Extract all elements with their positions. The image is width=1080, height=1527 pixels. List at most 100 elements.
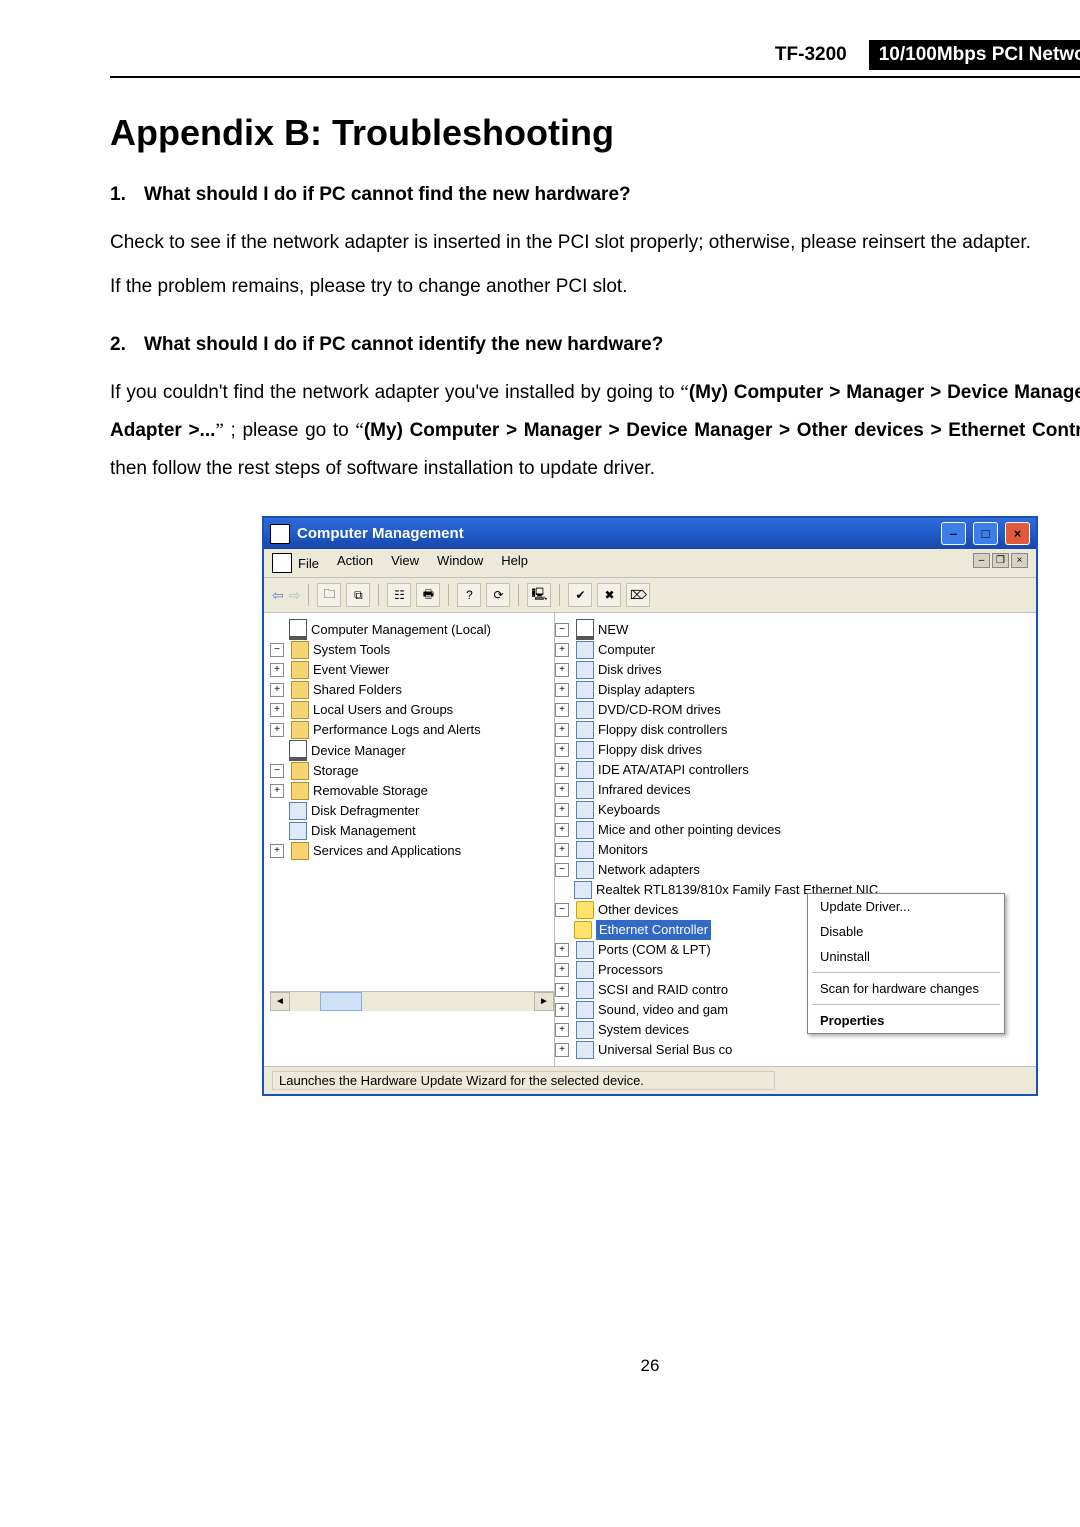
expand-icon[interactable]: + (555, 663, 569, 677)
ctx-uninstall[interactable]: Uninstall (808, 944, 1004, 969)
menu-view[interactable]: View (391, 553, 419, 573)
tree-removable-storage[interactable]: Removable Storage (313, 781, 428, 801)
dev-floppy-ctrl[interactable]: Floppy disk controllers (598, 720, 727, 740)
console-tree-pane[interactable]: Computer Management (Local) − System Tool… (264, 613, 555, 1066)
expand-icon[interactable]: + (555, 983, 569, 997)
tree-device-manager[interactable]: Device Manager (311, 741, 406, 761)
expand-icon[interactable]: + (555, 783, 569, 797)
scan-hardware-button[interactable]: 🖳 (527, 583, 551, 607)
dev-ports[interactable]: Ports (COM & LPT) (598, 940, 711, 960)
mdi-close-button[interactable]: × (1011, 553, 1028, 568)
forward-button[interactable]: ⇨ (289, 587, 301, 604)
dev-other[interactable]: Other devices (598, 900, 678, 920)
dev-keyboards[interactable]: Keyboards (598, 800, 660, 820)
dev-usb[interactable]: Universal Serial Bus co (598, 1040, 732, 1060)
dev-disk-drives[interactable]: Disk drives (598, 660, 662, 680)
dev-system[interactable]: System devices (598, 1020, 689, 1040)
tree-event-viewer[interactable]: Event Viewer (313, 660, 389, 680)
dev-ethernet-controller[interactable]: Ethernet Controller (596, 920, 711, 940)
dev-display[interactable]: Display adapters (598, 680, 695, 700)
scroll-left-button[interactable]: ◄ (270, 992, 290, 1011)
expand-icon[interactable]: + (270, 663, 284, 677)
ctx-properties[interactable]: Properties (808, 1008, 1004, 1033)
expand-icon[interactable]: + (555, 823, 569, 837)
removable-storage-icon (291, 782, 309, 800)
expand-icon[interactable]: + (555, 763, 569, 777)
menu-window[interactable]: Window (437, 553, 483, 573)
collapse-icon[interactable]: − (555, 863, 569, 877)
dev-floppy-drive[interactable]: Floppy disk drives (598, 740, 702, 760)
scrollbar-thumb[interactable] (320, 992, 362, 1011)
tree-system-tools[interactable]: System Tools (313, 640, 390, 660)
minimize-button[interactable]: – (941, 522, 966, 545)
dev-mice[interactable]: Mice and other pointing devices (598, 820, 781, 840)
dev-processors[interactable]: Processors (598, 960, 663, 980)
expand-icon[interactable]: + (270, 844, 284, 858)
menu-help[interactable]: Help (501, 553, 528, 573)
expand-icon[interactable]: + (555, 803, 569, 817)
dev-infrared[interactable]: Infrared devices (598, 780, 691, 800)
ctx-update-driver[interactable]: Update Driver... (808, 894, 1004, 919)
tree-local-users[interactable]: Local Users and Groups (313, 700, 453, 720)
expand-icon[interactable]: + (270, 784, 284, 798)
collapse-icon[interactable]: − (270, 643, 284, 657)
mdi-restore-button[interactable]: ❐ (992, 553, 1009, 568)
mdi-minimize-button[interactable]: – (973, 553, 990, 568)
print-button[interactable]: 🖶 (416, 583, 440, 607)
expand-icon[interactable]: + (270, 723, 284, 737)
menu-file[interactable]: File (272, 553, 319, 573)
other-devices-icon (576, 901, 594, 919)
menu-action[interactable]: Action (337, 553, 373, 573)
collapse-icon[interactable]: − (270, 764, 284, 778)
dev-sound[interactable]: Sound, video and gam (598, 1000, 728, 1020)
expand-icon[interactable]: + (555, 683, 569, 697)
expand-icon[interactable]: + (555, 643, 569, 657)
tree-shared-folders[interactable]: Shared Folders (313, 680, 402, 700)
show-hide-tree-button[interactable]: ⧉ (346, 583, 370, 607)
up-button[interactable]: 🗀 (317, 583, 341, 607)
expand-icon[interactable]: + (555, 843, 569, 857)
expand-icon[interactable]: + (555, 943, 569, 957)
dev-computer[interactable]: Computer (598, 640, 655, 660)
collapse-icon[interactable]: − (555, 903, 569, 917)
refresh-button[interactable]: ⟳ (486, 583, 510, 607)
tree-storage[interactable]: Storage (313, 761, 359, 781)
scroll-right-button[interactable]: ► (534, 992, 554, 1011)
expand-icon[interactable]: + (270, 683, 284, 697)
window-sysmenu-icon[interactable] (270, 524, 290, 544)
device-list-pane[interactable]: − NEW + Computer + Disk drives + Display ada… (555, 613, 1036, 1066)
dev-dvd[interactable]: DVD/CD-ROM drives (598, 700, 721, 720)
collapse-icon[interactable]: − (555, 623, 569, 637)
tree-disk-mgmt[interactable]: Disk Management (311, 821, 416, 841)
ctx-disable[interactable]: Disable (808, 919, 1004, 944)
expand-icon[interactable]: + (555, 723, 569, 737)
keyboard-icon (576, 801, 594, 819)
enable-button[interactable]: ✔ (568, 583, 592, 607)
expand-icon[interactable]: + (555, 963, 569, 977)
tree-disk-defrag[interactable]: Disk Defragmenter (311, 801, 419, 821)
window-titlebar[interactable]: Computer Management – □ × (264, 518, 1036, 549)
uninstall-button[interactable]: ⌦ (626, 583, 650, 607)
dev-ide[interactable]: IDE ATA/ATAPI controllers (598, 760, 749, 780)
properties-button[interactable]: ☷ (387, 583, 411, 607)
back-button[interactable]: ⇦ (272, 587, 284, 604)
device-root[interactable]: NEW (598, 620, 628, 640)
close-button[interactable]: × (1005, 522, 1030, 545)
dev-monitors[interactable]: Monitors (598, 840, 648, 860)
expand-icon[interactable]: + (555, 743, 569, 757)
tree-root[interactable]: Computer Management (Local) (311, 620, 491, 640)
expand-icon[interactable]: + (555, 703, 569, 717)
maximize-button[interactable]: □ (973, 522, 998, 545)
expand-icon[interactable]: + (270, 703, 284, 717)
disable-button[interactable]: ✖ (597, 583, 621, 607)
expand-icon[interactable]: + (555, 1003, 569, 1017)
expand-icon[interactable]: + (555, 1043, 569, 1057)
dev-scsi[interactable]: SCSI and RAID contro (598, 980, 728, 1000)
expand-icon[interactable]: + (555, 1023, 569, 1037)
ctx-scan-hardware[interactable]: Scan for hardware changes (808, 976, 1004, 1001)
tree-perf-logs[interactable]: Performance Logs and Alerts (313, 720, 481, 740)
tree-services[interactable]: Services and Applications (313, 841, 461, 861)
dev-network-adapters[interactable]: Network adapters (598, 860, 700, 880)
help-button[interactable]: ? (457, 583, 481, 607)
model-label: TF-3200 (775, 44, 847, 66)
